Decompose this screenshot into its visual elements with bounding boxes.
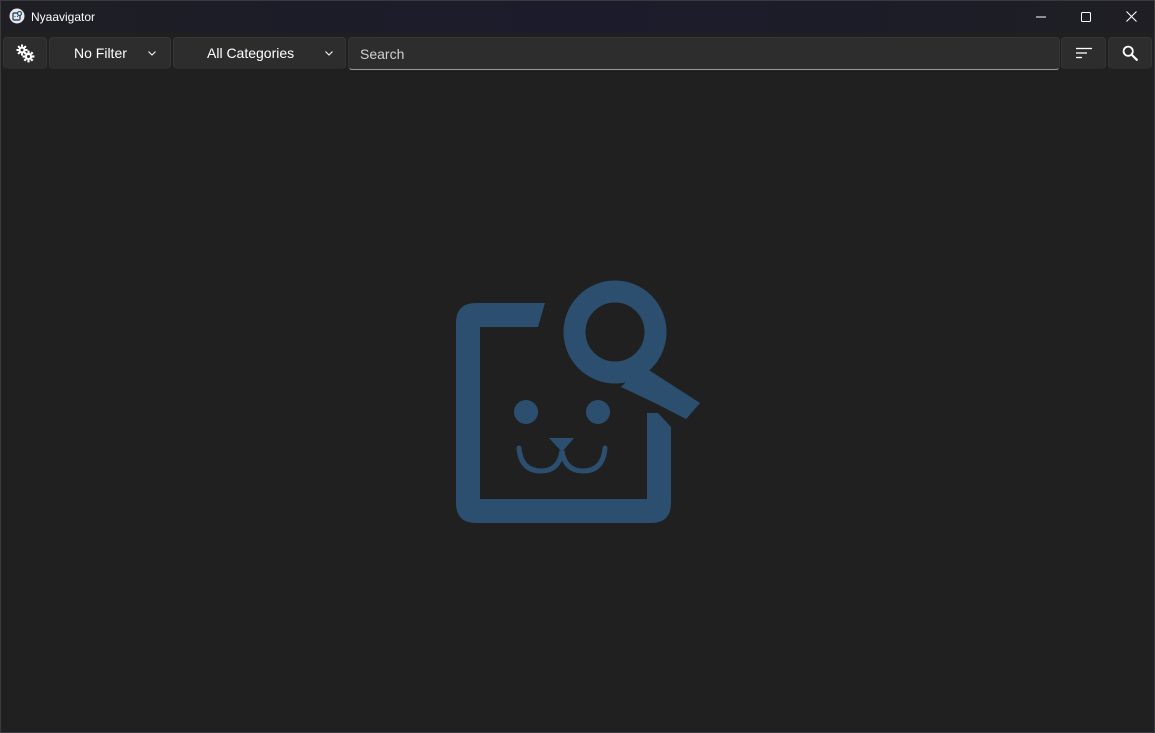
window-title: Nyaavigator: [31, 10, 96, 24]
minimize-button[interactable]: [1018, 1, 1064, 32]
maximize-icon: [1081, 11, 1091, 22]
close-icon: [1125, 11, 1137, 22]
toolbar: No Filter All Categories: [1, 36, 1154, 72]
sort-icon: [1075, 47, 1092, 59]
app-icon: [9, 8, 25, 24]
settings-button[interactable]: [3, 37, 47, 69]
search-button[interactable]: [1108, 37, 1152, 69]
sort-button[interactable]: [1061, 37, 1106, 69]
title-bar[interactable]: Nyaavigator: [1, 1, 1154, 33]
app-window: Nyaavigator No Filter All Categories Sea…: [0, 0, 1155, 733]
nyaavigator-logo-icon: [456, 280, 700, 523]
minimize-icon: [1036, 16, 1046, 17]
filter-dropdown[interactable]: No Filter: [49, 37, 171, 69]
close-button[interactable]: [1108, 1, 1154, 32]
gears-icon: [16, 44, 35, 63]
chevron-down-icon: [148, 51, 156, 56]
filter-selected-label: No Filter: [74, 45, 127, 61]
category-dropdown[interactable]: All Categories: [173, 37, 346, 69]
category-selected-label: All Categories: [207, 45, 295, 61]
search-icon: [1122, 45, 1138, 61]
search-input[interactable]: [348, 37, 1060, 70]
chevron-down-icon: [325, 51, 333, 56]
maximize-button[interactable]: [1063, 1, 1109, 32]
